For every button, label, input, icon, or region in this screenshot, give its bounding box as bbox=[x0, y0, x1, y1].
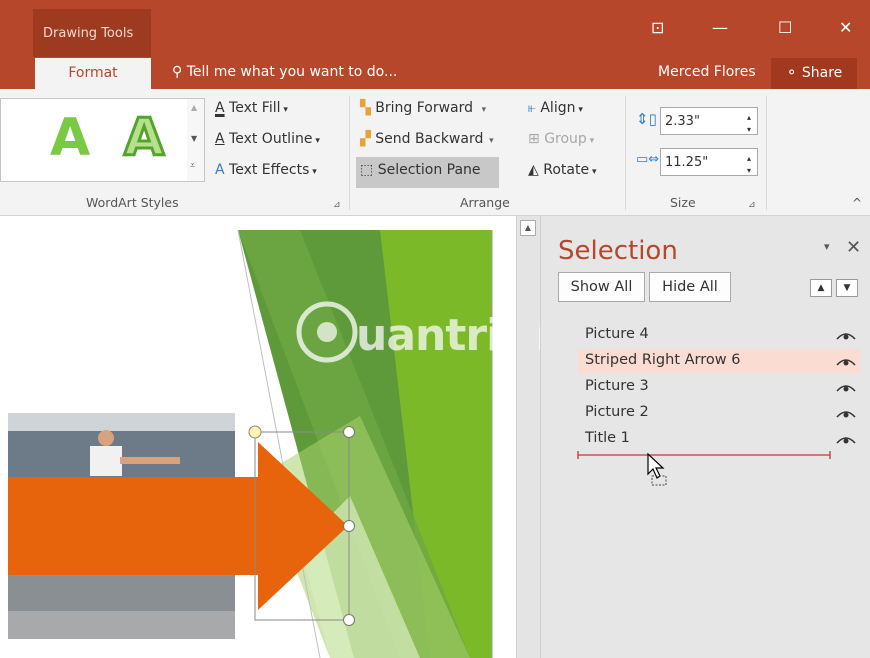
width-spinner-icon[interactable]: ▴ ▾ bbox=[747, 141, 751, 177]
lightbulb-icon: ⚲ bbox=[172, 64, 183, 80]
tab-overflow-icon[interactable] bbox=[0, 70, 6, 76]
rotate-icon: ◭ bbox=[528, 162, 539, 178]
separator bbox=[625, 96, 626, 210]
gym-floor bbox=[8, 611, 235, 639]
height-input[interactable]: 2.33" ▴ ▾ bbox=[660, 107, 758, 135]
height-icon: ⇕▯ bbox=[636, 110, 657, 128]
visibility-eye-icon[interactable] bbox=[836, 383, 856, 393]
text-effects-icon: A bbox=[215, 162, 225, 178]
scroll-up-icon[interactable]: ▲ bbox=[520, 220, 536, 236]
list-item[interactable]: Picture 4 bbox=[585, 326, 649, 342]
hide-all-button[interactable]: Hide All bbox=[649, 272, 731, 302]
athlete-head bbox=[98, 430, 114, 446]
drawing-tools-label: Drawing Tools bbox=[43, 26, 134, 41]
list-item[interactable]: Striped Right Arrow 6 bbox=[585, 352, 740, 368]
list-item[interactable]: Picture 3 bbox=[585, 378, 649, 394]
drop-insertion-line bbox=[577, 451, 831, 459]
athlete-shirt bbox=[90, 446, 122, 476]
text-fill-icon: A bbox=[215, 100, 225, 116]
width-input[interactable]: 11.25" ▴ ▾ bbox=[660, 148, 758, 176]
align-button[interactable]: ⫦ Align ▾ bbox=[528, 100, 583, 116]
share-label: Share bbox=[801, 65, 843, 81]
align-icon: ⫦ bbox=[528, 100, 536, 116]
bring-forward-icon: ▚ bbox=[360, 100, 371, 116]
size-dialog-launcher-icon[interactable]: ⊿ bbox=[748, 200, 756, 210]
adjustment-handle bbox=[248, 425, 262, 439]
send-backward-pane-icon[interactable]: ▼ bbox=[836, 279, 858, 297]
gallery-more-icon[interactable]: ⩡ bbox=[190, 161, 195, 171]
wordart-styles-group-label: WordArt Styles bbox=[86, 195, 179, 210]
resize-handle bbox=[343, 614, 355, 626]
separator bbox=[766, 96, 767, 210]
selection-pane-icon: ⬚ bbox=[360, 162, 374, 178]
text-outline-button[interactable]: A Text Outline ▾ bbox=[215, 131, 320, 147]
send-backward-icon: ▞ bbox=[360, 131, 371, 147]
text-effects-button[interactable]: A Text Effects ▾ bbox=[215, 162, 317, 178]
slide-canvas bbox=[0, 216, 493, 658]
resize-handle bbox=[343, 426, 355, 438]
maximize-button[interactable]: ☐ bbox=[778, 18, 792, 37]
watermark-bulb bbox=[317, 322, 337, 342]
drag-cursor-icon bbox=[647, 452, 667, 486]
tell-me-search[interactable]: ⚲ Tell me what you want to do... bbox=[172, 64, 397, 80]
gym-photo-ceiling bbox=[8, 413, 235, 431]
visibility-eye-icon[interactable] bbox=[836, 435, 856, 445]
size-group-label: Size bbox=[670, 195, 696, 210]
resize-handle bbox=[343, 520, 355, 532]
ribbon-display-options-icon[interactable]: ⊡ bbox=[651, 18, 664, 37]
tell-me-text: Tell me what you want to do... bbox=[186, 64, 398, 80]
text-fill-button[interactable]: A Text Fill ▾ bbox=[215, 100, 288, 116]
group-icon: ⊞ bbox=[528, 131, 540, 147]
text-outline-icon: A bbox=[215, 131, 225, 147]
bring-forward-pane-icon[interactable]: ▲ bbox=[810, 279, 832, 297]
close-pane-icon[interactable]: ✕ bbox=[846, 237, 861, 258]
list-item[interactable]: Title 1 bbox=[585, 430, 630, 446]
share-button[interactable]: ⚬ Share bbox=[771, 58, 857, 89]
bring-forward-button[interactable]: ▚ Bring Forward ▾ bbox=[360, 100, 486, 116]
gallery-scroll[interactable]: ▲ ▼ ⩡ bbox=[187, 98, 205, 182]
selection-pane-button[interactable]: ⬚ Selection Pane bbox=[360, 162, 481, 178]
arrange-group-label: Arrange bbox=[460, 195, 510, 210]
close-window-button[interactable]: ✕ bbox=[839, 18, 852, 37]
pane-options-icon[interactable]: ▾ bbox=[824, 240, 830, 253]
wordart-style-1[interactable]: A bbox=[50, 108, 90, 168]
visibility-eye-icon[interactable] bbox=[836, 357, 856, 367]
gallery-down-icon[interactable]: ▼ bbox=[191, 134, 197, 143]
minimize-button[interactable]: — bbox=[712, 18, 728, 37]
visibility-eye-icon[interactable] bbox=[836, 409, 856, 419]
send-backward-button[interactable]: ▞ Send Backward ▾ bbox=[360, 131, 494, 147]
height-spinner-icon[interactable]: ▴ ▾ bbox=[747, 100, 751, 136]
wordart-style-2[interactable]: A bbox=[122, 107, 165, 170]
visibility-eye-icon[interactable] bbox=[836, 331, 856, 341]
slide-editing-area[interactable]: uantrimang bbox=[0, 216, 636, 658]
group-button[interactable]: ⊞ Group ▾ bbox=[528, 131, 594, 147]
athlete-arm bbox=[120, 457, 180, 464]
wordart-dialog-launcher-icon[interactable]: ⊿ bbox=[333, 200, 341, 210]
list-item[interactable]: Picture 2 bbox=[585, 404, 649, 420]
width-icon: ▭⇔ bbox=[636, 152, 660, 167]
collapse-ribbon-icon[interactable]: ^ bbox=[852, 196, 862, 210]
separator bbox=[349, 96, 350, 210]
vertical-scrollbar[interactable]: ▲ bbox=[516, 216, 539, 658]
tab-format[interactable]: Format bbox=[35, 58, 151, 90]
gallery-up-icon[interactable]: ▲ bbox=[191, 103, 197, 112]
share-person-icon: ⚬ bbox=[785, 65, 798, 81]
user-name[interactable]: Merced Flores bbox=[658, 64, 756, 80]
rotate-button[interactable]: ◭ Rotate ▾ bbox=[528, 162, 596, 178]
show-all-button[interactable]: Show All bbox=[558, 272, 645, 302]
selection-pane-title: Selection bbox=[558, 236, 678, 266]
